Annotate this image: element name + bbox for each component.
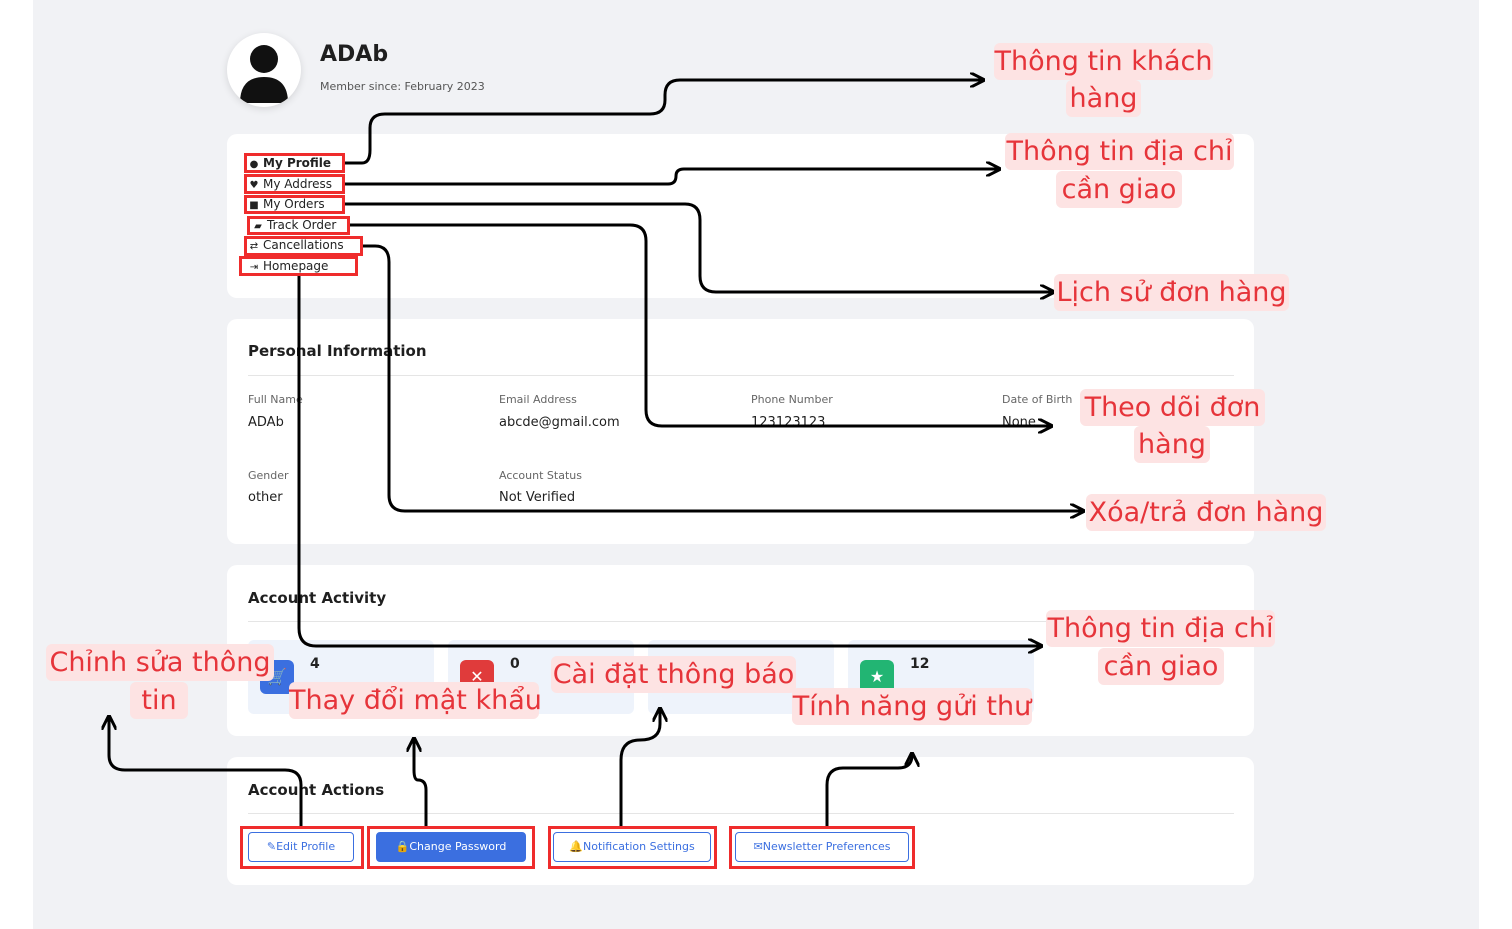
annotation-homepage-line2: cần giao xyxy=(1098,648,1224,685)
gender-value: other xyxy=(248,490,283,505)
highlight-box xyxy=(244,236,363,256)
annotation-customer-info-line2: hàng xyxy=(1066,80,1141,117)
member-since: Member since: February 2023 xyxy=(320,80,485,93)
section-title-personal: Personal Information xyxy=(248,342,427,360)
email-label: Email Address xyxy=(499,393,577,406)
highlight-box xyxy=(367,826,535,869)
highlight-box xyxy=(244,174,345,194)
annotation-cancellations: Xóa/trả đơn hàng xyxy=(1086,494,1326,531)
annotation-notification-settings: Cài đặt thông báo xyxy=(551,656,796,693)
highlight-box xyxy=(548,826,717,869)
highlight-box xyxy=(247,216,350,235)
account-status-label: Account Status xyxy=(499,469,582,482)
dob-value: None xyxy=(1002,415,1036,430)
stat-value: 12 xyxy=(910,656,930,672)
full-name-label: Full Name xyxy=(248,393,303,406)
annotation-edit-profile: Chỉnh sửa thông xyxy=(46,644,274,681)
highlight-box xyxy=(239,256,358,276)
dob-label: Date of Birth xyxy=(1002,393,1073,406)
annotation-change-password: Thay đổi mật khẩu xyxy=(289,682,542,719)
full-name-value: ADAb xyxy=(248,415,284,430)
annotation-order-history: Lịch sử đơn hàng xyxy=(1054,274,1289,311)
highlight-box xyxy=(240,826,364,869)
avatar xyxy=(227,33,301,107)
stat-value: 0 xyxy=(510,656,520,672)
annotation-newsletter: Tính năng gửi thư xyxy=(792,688,1032,725)
section-title-activity: Account Activity xyxy=(248,589,387,607)
annotation-homepage: Thông tin địa chỉ xyxy=(1046,610,1275,647)
annotation-track-order-line2: hàng xyxy=(1134,426,1210,463)
highlight-box xyxy=(244,153,345,173)
annotation-address-info-line2: cần giao xyxy=(1056,171,1182,208)
annotation-customer-info: Thông tin khách xyxy=(994,43,1213,80)
gender-label: Gender xyxy=(248,469,289,482)
divider xyxy=(248,375,1234,376)
phone-label: Phone Number xyxy=(751,393,833,406)
user-avatar-icon xyxy=(240,45,288,103)
section-title-actions: Account Actions xyxy=(248,781,385,799)
highlight-box xyxy=(244,195,345,214)
user-name: ADAb xyxy=(320,42,389,67)
highlight-box xyxy=(729,826,915,869)
email-value: abcde@gmail.com xyxy=(499,415,620,430)
account-status-value: Not Verified xyxy=(499,490,576,505)
stat-value: 4 xyxy=(310,656,320,672)
divider xyxy=(248,813,1234,814)
phone-value: 123123123 xyxy=(751,415,826,430)
annotation-edit-profile-line2: tin xyxy=(130,682,188,719)
annotation-track-order: Theo dõi đơn xyxy=(1080,389,1265,426)
annotation-address-info: Thông tin địa chỉ xyxy=(1005,133,1234,170)
